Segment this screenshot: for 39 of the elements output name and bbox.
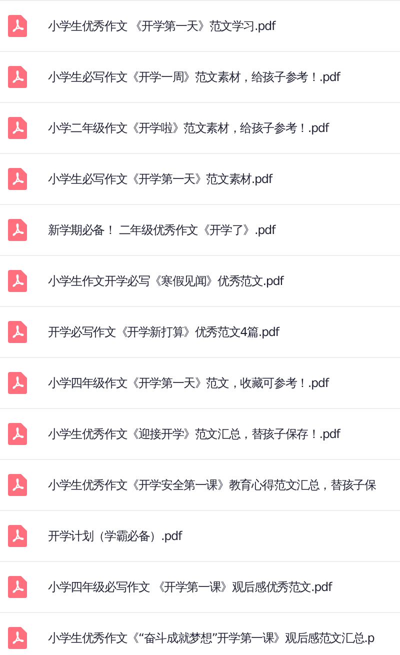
file-name: 小学生优秀作文《“奋斗成就梦想”开学第一课》观后感范文汇总.p xyxy=(48,630,374,647)
pdf-file-icon xyxy=(8,627,27,649)
file-row[interactable]: 小学生优秀作文《“奋斗成就梦想”开学第一课》观后感范文汇总.p xyxy=(0,612,400,655)
pdf-file-icon xyxy=(8,168,27,190)
file-row[interactable]: 小学生优秀作文《开学安全第一课》教育心得范文汇总，替孩子保 xyxy=(0,459,400,510)
file-row[interactable]: 小学四年级作文《开学第一天》范文，收藏可参考！.pdf xyxy=(0,357,400,408)
pdf-file-icon xyxy=(8,270,27,292)
file-row[interactable]: 小学四年级必写作文 《开学第一课》观后感优秀范文.pdf xyxy=(0,561,400,612)
file-row[interactable]: 小学二年级作文《开学啦》范文素材，给孩子参考！.pdf xyxy=(0,102,400,153)
pdf-file-icon xyxy=(8,219,27,241)
pdf-file-icon xyxy=(8,474,27,496)
pdf-file-icon xyxy=(8,117,27,139)
file-name: 小学生优秀作文 《开学第一天》范文学习.pdf xyxy=(48,18,275,35)
pdf-file-icon xyxy=(8,576,27,598)
file-name: 小学生必写作文《开学一周》范文素材，给孩子参考！.pdf xyxy=(48,69,340,86)
file-name: 开学计划（学霸必备）.pdf xyxy=(48,528,182,545)
pdf-file-icon xyxy=(8,15,27,37)
file-row[interactable]: 新学期必备！ 二年级优秀作文《开学了》.pdf xyxy=(0,204,400,255)
file-row[interactable]: 开学必写作文《开学新打算》优秀范文4篇.pdf xyxy=(0,306,400,357)
file-name: 小学生优秀作文《开学安全第一课》教育心得范文汇总，替孩子保 xyxy=(48,477,376,494)
file-row[interactable]: 小学生必写作文《开学一周》范文素材，给孩子参考！.pdf xyxy=(0,51,400,102)
file-name: 小学生必写作文《开学第一天》范文素材.pdf xyxy=(48,171,272,188)
file-name: 小学四年级作文《开学第一天》范文，收藏可参考！.pdf xyxy=(48,375,328,392)
file-name: 小学二年级作文《开学啦》范文素材，给孩子参考！.pdf xyxy=(48,120,328,137)
file-name: 新学期必备！ 二年级优秀作文《开学了》.pdf xyxy=(48,222,275,239)
file-row[interactable]: 开学计划（学霸必备）.pdf xyxy=(0,510,400,561)
file-name: 小学生作文开学必写《寒假见闻》优秀范文.pdf xyxy=(48,273,284,290)
file-row[interactable]: 小学生优秀作文《迎接开学》范文汇总，替孩子保存！.pdf xyxy=(0,408,400,459)
pdf-file-icon xyxy=(8,321,27,343)
file-row[interactable]: 小学生必写作文《开学第一天》范文素材.pdf xyxy=(0,153,400,204)
file-name: 小学生优秀作文《迎接开学》范文汇总，替孩子保存！.pdf xyxy=(48,426,340,443)
pdf-file-icon xyxy=(8,525,27,547)
file-row[interactable]: 小学生作文开学必写《寒假见闻》优秀范文.pdf xyxy=(0,255,400,306)
pdf-file-icon xyxy=(8,372,27,394)
pdf-file-icon xyxy=(8,423,27,445)
file-name: 开学必写作文《开学新打算》优秀范文4篇.pdf xyxy=(48,324,279,341)
file-name: 小学四年级必写作文 《开学第一课》观后感优秀范文.pdf xyxy=(48,579,332,596)
pdf-file-icon xyxy=(8,66,27,88)
file-row[interactable]: 小学生优秀作文 《开学第一天》范文学习.pdf xyxy=(0,0,400,51)
